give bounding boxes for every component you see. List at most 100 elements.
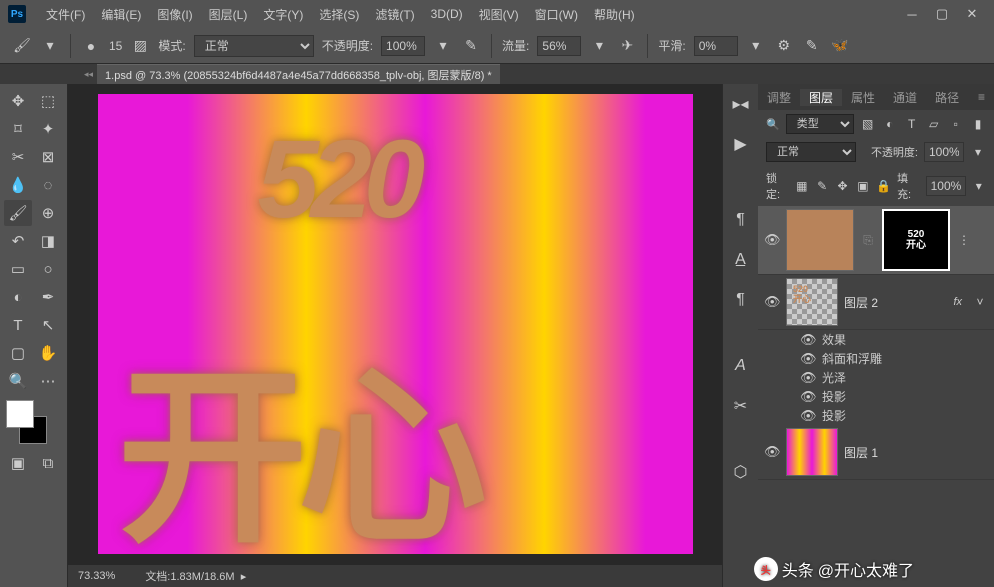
pressure-opacity-icon[interactable]: ✎ bbox=[461, 36, 481, 56]
layer-thumbnail[interactable] bbox=[786, 209, 854, 271]
brush-preview-icon[interactable]: ● bbox=[81, 36, 101, 56]
tab-adjustments[interactable]: 调整 bbox=[758, 89, 800, 106]
brush-panel-icon[interactable]: ▨ bbox=[130, 36, 150, 56]
flow-input[interactable] bbox=[537, 36, 581, 56]
dodge-tool[interactable]: ◐ bbox=[4, 284, 32, 310]
fx-badge[interactable]: fx bbox=[953, 296, 962, 308]
visibility-icon[interactable]: 👁 bbox=[800, 351, 816, 367]
tab-channels[interactable]: 通道 bbox=[884, 89, 926, 106]
gradient-tool[interactable]: ▭ bbox=[4, 256, 32, 282]
patch-tool[interactable]: ◌ bbox=[34, 172, 62, 198]
pressure-size-icon[interactable]: ✎ bbox=[802, 36, 822, 56]
more-icon[interactable]: ⋮ bbox=[956, 232, 972, 248]
layer-row[interactable]: 👁 520开心 图层 2 fx ˅ bbox=[758, 275, 994, 330]
gear-icon[interactable]: ⚙ bbox=[774, 36, 794, 56]
effect-item[interactable]: 👁光泽 bbox=[758, 368, 994, 387]
visibility-icon[interactable]: 👁 bbox=[800, 408, 816, 424]
lasso-tool[interactable]: ⌑ bbox=[4, 116, 32, 142]
collapse-icon[interactable]: ◂◂ bbox=[80, 67, 97, 82]
layer-mask-thumbnail[interactable]: 520 开心 bbox=[882, 209, 950, 271]
menu-select[interactable]: 选择(S) bbox=[311, 6, 367, 23]
menu-help[interactable]: 帮助(H) bbox=[586, 6, 643, 23]
tab-properties[interactable]: 属性 bbox=[842, 89, 884, 106]
menu-image[interactable]: 图像(I) bbox=[149, 6, 200, 23]
menu-edit[interactable]: 编辑(E) bbox=[93, 6, 149, 23]
paragraph-panel-icon[interactable]: ¶ bbox=[729, 208, 753, 232]
layer-row[interactable]: 👁 ⎘ 520 开心 ⋮ bbox=[758, 206, 994, 275]
layer-thumbnail[interactable]: 520开心 bbox=[786, 278, 838, 326]
filter-shape-icon[interactable]: ▱ bbox=[926, 116, 942, 132]
filter-type-select[interactable]: 类型 bbox=[786, 114, 854, 134]
lock-brush-icon[interactable]: ✎ bbox=[815, 178, 829, 194]
pen-tool[interactable]: ✒ bbox=[34, 284, 62, 310]
layer-row[interactable]: 👁 图层 1 bbox=[758, 425, 994, 480]
hand-tool[interactable]: ✋ bbox=[34, 340, 62, 366]
tools-panel-icon[interactable]: ✂ bbox=[729, 394, 753, 418]
chevron-down-icon[interactable]: ▾ bbox=[970, 144, 986, 160]
filter-pixel-icon[interactable]: ▧ bbox=[860, 116, 876, 132]
menu-3d[interactable]: 3D(D) bbox=[423, 7, 471, 21]
edit-toolbar[interactable]: ⋯ bbox=[34, 368, 62, 394]
maximize-button[interactable]: ▢ bbox=[928, 4, 956, 24]
quick-mask-icon[interactable]: ▣ bbox=[4, 450, 32, 476]
symmetry-icon[interactable]: 🦋 bbox=[830, 36, 850, 56]
filter-type-icon[interactable]: T bbox=[904, 116, 920, 132]
chevron-down-icon[interactable]: ˅ bbox=[972, 294, 988, 310]
menu-layer[interactable]: 图层(L) bbox=[201, 6, 256, 23]
layer-name[interactable]: 图层 1 bbox=[844, 444, 878, 461]
doc-info[interactable]: 文档:1.83M/18.6M ▸ bbox=[145, 568, 246, 584]
lock-all-icon[interactable]: 🔒 bbox=[876, 178, 891, 194]
visibility-icon[interactable]: 👁 bbox=[800, 370, 816, 386]
zoom-level[interactable]: 73.33% bbox=[78, 570, 115, 582]
minimize-button[interactable]: ─ bbox=[898, 4, 926, 24]
menu-file[interactable]: 文件(F) bbox=[38, 6, 93, 23]
quick-select-tool[interactable]: ✦ bbox=[34, 116, 62, 142]
crop-tool[interactable]: ✂ bbox=[4, 144, 32, 170]
visibility-icon[interactable]: 👁 bbox=[764, 232, 780, 248]
menu-view[interactable]: 视图(V) bbox=[471, 6, 527, 23]
type-tool[interactable]: T bbox=[4, 312, 32, 338]
chevron-down-icon[interactable]: ▾ bbox=[433, 36, 453, 56]
effect-item[interactable]: 👁斜面和浮雕 bbox=[758, 349, 994, 368]
filter-smart-icon[interactable]: ▫ bbox=[948, 116, 964, 132]
3d-panel-icon[interactable]: ⬡ bbox=[729, 460, 753, 484]
close-button[interactable]: ✕ bbox=[958, 4, 986, 24]
lock-artboard-icon[interactable]: ▣ bbox=[856, 178, 870, 194]
tab-layers[interactable]: 图层 bbox=[800, 89, 842, 106]
glyphs-panel-icon[interactable]: ¶ bbox=[729, 288, 753, 312]
visibility-icon[interactable]: 👁 bbox=[764, 294, 780, 310]
filter-adjust-icon[interactable]: ◐ bbox=[882, 116, 898, 132]
effect-item[interactable]: 👁投影 bbox=[758, 406, 994, 425]
chevron-down-icon[interactable]: ▾ bbox=[746, 36, 766, 56]
fill-input[interactable] bbox=[926, 176, 966, 196]
chevron-down-icon[interactable]: ▾ bbox=[40, 36, 60, 56]
foreground-color[interactable] bbox=[6, 400, 34, 428]
blend-mode-select[interactable]: 正常 bbox=[194, 35, 314, 57]
eyedropper-tool[interactable]: 💧 bbox=[4, 172, 32, 198]
marquee-tool[interactable]: ⬚ bbox=[34, 88, 62, 114]
menu-filter[interactable]: 滤镜(T) bbox=[367, 6, 422, 23]
visibility-icon[interactable]: 👁 bbox=[800, 389, 816, 405]
shape-tool[interactable]: ▢ bbox=[4, 340, 32, 366]
path-select-tool[interactable]: ↖ bbox=[34, 312, 62, 338]
brush-tool[interactable]: 🖌 bbox=[4, 200, 32, 226]
color-swatches[interactable] bbox=[6, 400, 61, 444]
canvas[interactable]: 520 开心 bbox=[98, 94, 693, 554]
airbrush-icon[interactable]: ✈ bbox=[617, 36, 637, 56]
menu-window[interactable]: 窗口(W) bbox=[527, 6, 586, 23]
opacity-input[interactable] bbox=[381, 36, 425, 56]
filter-toggle-icon[interactable]: ▮ bbox=[970, 116, 986, 132]
frame-tool[interactable]: ⊠ bbox=[34, 144, 62, 170]
chevron-down-icon[interactable]: ▾ bbox=[589, 36, 609, 56]
move-tool[interactable]: ✥ bbox=[4, 88, 32, 114]
visibility-icon[interactable]: 👁 bbox=[764, 444, 780, 460]
effect-item[interactable]: 👁投影 bbox=[758, 387, 994, 406]
stamp-tool[interactable]: ⊕ bbox=[34, 200, 62, 226]
layer-thumbnail[interactable] bbox=[786, 428, 838, 476]
chevron-down-icon[interactable]: ▾ bbox=[972, 178, 986, 194]
document-tab[interactable]: 1.psd @ 73.3% (20855324bf6d4487a4e45a77d… bbox=[97, 64, 500, 85]
screen-mode-icon[interactable]: ⧉ bbox=[34, 450, 62, 476]
play-icon[interactable]: ▶ bbox=[729, 132, 753, 156]
visibility-icon[interactable]: 👁 bbox=[800, 332, 816, 348]
smooth-input[interactable] bbox=[694, 36, 738, 56]
